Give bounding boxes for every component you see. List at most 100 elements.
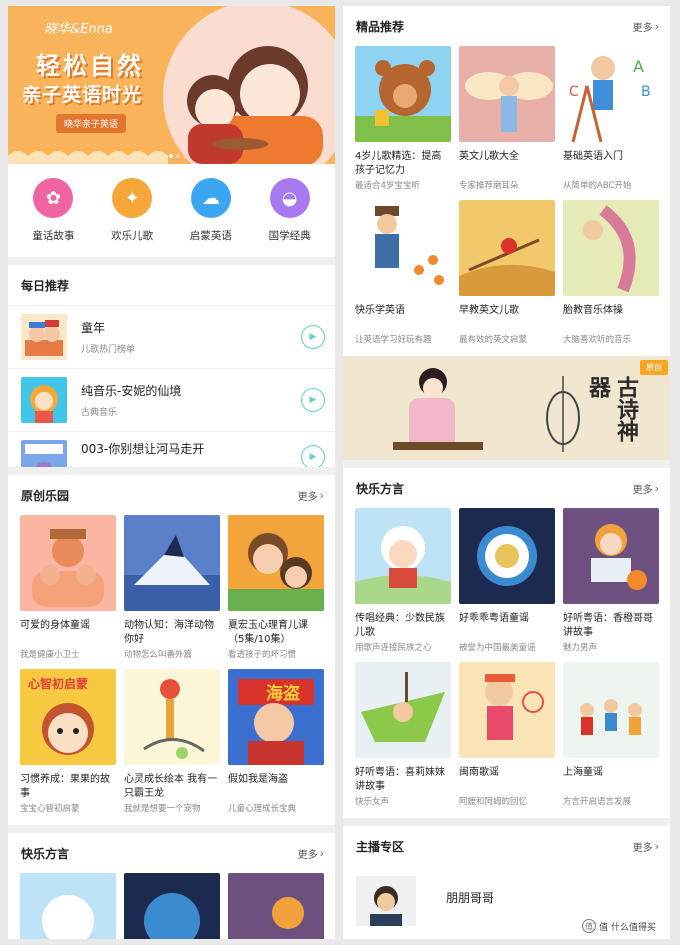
album-subtitle: 我就是想要一个宠物 — [124, 804, 201, 814]
album-cover — [459, 200, 555, 296]
original-section: 原创乐园 更多 › 可爱的身体童谣 我是健康小卫士 动物认知：海洋动物你好 动物怎… — [8, 475, 335, 815]
list-item-title: 纯音乐-安妮的仙境 — [81, 384, 182, 398]
album-card[interactable]: 英文儿歌大全 专家推荐磨耳朵 — [459, 46, 555, 192]
banner-line1: 轻松自然 — [36, 52, 144, 80]
more-label: 更多 — [297, 849, 318, 861]
album-title: 假如我是海盗 — [228, 774, 288, 785]
album-card[interactable] — [124, 873, 220, 939]
album-card[interactable]: 闽南歌谣 阿嬷和阿姆的回忆 — [459, 662, 555, 808]
play-icon[interactable]: ▶ — [301, 325, 325, 349]
list-item[interactable]: 纯音乐-安妮的仙境 古典音乐 ▶ — [8, 368, 335, 431]
album-cover — [20, 873, 116, 939]
album-card[interactable]: 海盗 假如我是海盗 儿童心理成长宝典 — [228, 669, 324, 815]
abc-cloud-icon: ☁ — [190, 178, 231, 218]
cover-text: 心智初启蒙 — [28, 677, 89, 691]
album-cover — [124, 515, 220, 611]
album-cover — [563, 508, 659, 604]
album-card[interactable]: 传唱经典：少数民族儿歌 用歌声连接民族之心 — [355, 508, 451, 654]
album-subtitle: 大脑喜欢听的音乐 — [563, 335, 632, 345]
album-cover — [355, 46, 451, 142]
album-title: 胎教音乐体操 — [563, 305, 623, 316]
category-english[interactable]: ☁ 启蒙英语 — [176, 178, 246, 243]
bird-icon: ✦ — [112, 178, 153, 218]
album-card[interactable]: 可爱的身体童谣 我是健康小卫士 — [20, 515, 116, 661]
more-link[interactable]: 更多 › — [298, 846, 324, 861]
divider — [343, 460, 670, 468]
album-subtitle: 看透孩子的坏习惯 — [228, 650, 297, 660]
album-subtitle: 用歌声连接民族之心 — [355, 643, 432, 653]
banner-brand: 晓华&Enna — [44, 22, 113, 37]
divider — [343, 818, 670, 826]
album-subtitle: 阿嬷和阿姆的回忆 — [459, 797, 528, 807]
album-card[interactable] — [20, 873, 116, 939]
card-grid: 4岁儿歌精选：提高孩子记忆力 最适合4岁宝宝听 英文儿歌大全 专家推荐磨耳朵 A… — [343, 46, 670, 192]
premium-section: 精品推荐 更多 › 4岁儿歌精选：提高孩子记忆力 最适合4岁宝宝听 英文儿歌大全 … — [343, 6, 670, 346]
category-label: 欢乐儿歌 — [111, 230, 154, 242]
poetry-banner[interactable]: 原创 古诗神器 — [343, 356, 670, 460]
list-item-title: 003-你别想让河马走开 — [81, 442, 205, 456]
svg-text:A: A — [633, 57, 644, 76]
album-card[interactable]: 好听粤语：喜莉妹妹讲故事 快乐女声 — [355, 662, 451, 808]
category-songs[interactable]: ✦ 欢乐儿歌 — [97, 178, 167, 243]
album-card[interactable]: 好乖乖粤语童谣 被誉为中国最美童谣 — [459, 508, 555, 654]
list-item-title: 童年 — [81, 321, 106, 335]
more-link[interactable]: 更多 › — [633, 481, 659, 496]
watermark: 值值 什么值得买 — [582, 919, 656, 933]
more-label: 更多 — [632, 22, 653, 34]
more-link[interactable]: 更多 › — [298, 488, 324, 503]
album-subtitle: 专家推荐磨耳朵 — [459, 181, 519, 191]
more-link[interactable]: 更多 › — [633, 19, 659, 34]
album-title: 传唱经典：少数民族儿歌 — [355, 613, 445, 638]
album-cover — [228, 515, 324, 611]
album-title: 上海童谣 — [563, 767, 603, 778]
album-cover — [20, 515, 116, 611]
album-subtitle: 魅力男声 — [563, 643, 598, 653]
album-cover — [228, 873, 324, 939]
list-thumbnail — [21, 314, 67, 360]
more-label: 更多 — [632, 484, 653, 496]
card-grid: 心智初启蒙 习惯养成：果果的故事 宝宝心智初启蒙 心灵成长绘本 我有一只霸王龙 … — [8, 669, 335, 815]
banner-line2: 亲子英语时光 — [22, 84, 143, 106]
album-card[interactable]: 心灵成长绘本 我有一只霸王龙 我就是想要一个宠物 — [124, 669, 220, 815]
chevron-right-icon: › — [319, 846, 324, 860]
album-card[interactable]: 早教英文儿歌 最有效的英文启蒙 — [459, 200, 555, 346]
album-card[interactable]: 4岁儿歌精选：提高孩子记忆力 最适合4岁宝宝听 — [355, 46, 451, 192]
album-card[interactable]: 快乐学英语 让英语学习好玩有趣 — [355, 200, 451, 346]
album-title: 闽南歌谣 — [459, 767, 499, 778]
list-item[interactable]: 003-你别想让河马走开 ▶ — [8, 431, 335, 467]
category-fairy-tale[interactable]: ✿ 童话故事 — [18, 178, 88, 243]
album-subtitle: 最适合4岁宝宝听 — [355, 181, 420, 191]
album-card[interactable]: 夏宏玉心理育儿课（5集/10集） 看透孩子的坏习惯 — [228, 515, 324, 661]
play-icon[interactable]: ▶ — [301, 388, 325, 412]
more-link[interactable]: 更多 › — [633, 839, 659, 854]
album-card[interactable]: 动物认知：海洋动物你好 动物怎么叫番外篇 — [124, 515, 220, 661]
category-label: 启蒙英语 — [189, 230, 232, 242]
album-card[interactable]: 好听粤语：香橙哥哥讲故事 魅力男声 — [563, 508, 659, 654]
right-screen: 精品推荐 更多 › 4岁儿歌精选：提高孩子记忆力 最适合4岁宝宝听 英文儿歌大全 … — [343, 6, 670, 939]
list-item-sub: 儿歌热门榜单 — [81, 345, 136, 355]
album-cover — [355, 662, 451, 758]
section-title: 每日推荐 — [21, 278, 70, 293]
album-card[interactable]: 胎教音乐体操 大脑喜欢听的音乐 — [563, 200, 659, 346]
album-subtitle: 最有效的英文启蒙 — [459, 335, 528, 345]
album-subtitle: 动物怎么叫番外篇 — [124, 650, 193, 660]
album-card[interactable]: 心智初启蒙 习惯养成：果果的故事 宝宝心智初启蒙 — [20, 669, 116, 815]
hero-banner[interactable]: 晓华&Enna 轻松自然 亲子英语时光 晓华亲子英语 — [8, 6, 335, 164]
album-card[interactable]: 上海童谣 方言开启语言发展 — [563, 662, 659, 808]
original-badge: 原创 — [640, 360, 668, 375]
play-icon[interactable]: ▶ — [301, 445, 325, 467]
album-subtitle: 被誉为中国最美童谣 — [459, 643, 536, 653]
category-classics[interactable]: ◒ 国学经典 — [255, 178, 325, 243]
album-cover: 心智初启蒙 — [20, 669, 116, 765]
album-subtitle: 我是健康小卫士 — [20, 650, 80, 660]
album-title: 好听粤语：香橙哥哥讲故事 — [563, 613, 653, 638]
list-item[interactable]: 童年儿歌热门榜单 ▶ — [8, 305, 335, 368]
list-thumbnail — [21, 377, 67, 423]
album-title: 心灵成长绘本 我有一只霸王龙 — [124, 774, 218, 799]
card-grid — [8, 873, 335, 939]
album-card[interactable]: A C B 基础英语入门 从简单的ABC开始 — [563, 46, 659, 192]
dialect-section-right: 快乐方言 更多 › 传唱经典：少数民族儿歌 用歌声连接民族之心 好乖乖粤语童谣 被… — [343, 468, 670, 808]
list-thumbnail — [21, 440, 67, 467]
album-cover — [459, 662, 555, 758]
album-card[interactable] — [228, 873, 324, 939]
